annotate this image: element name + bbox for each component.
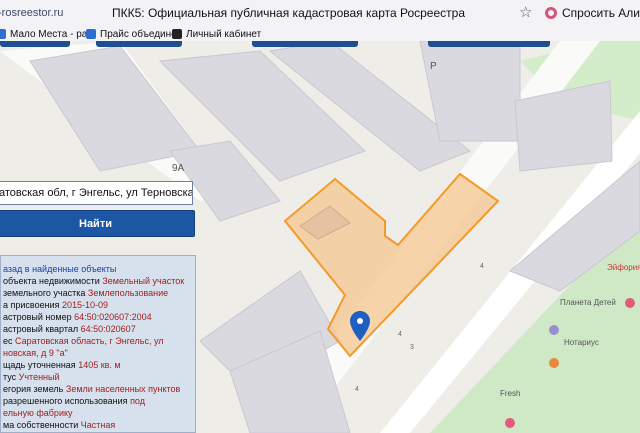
bookmark-icon — [86, 29, 96, 39]
object-info-panel: азад в найденные объекты объекта недвижи… — [0, 255, 196, 433]
toolbar-tab[interactable] — [428, 41, 550, 47]
back-to-results-link[interactable]: азад в найденные объекты — [3, 264, 116, 275]
info-row: ес Саратовская область, г Энгельс, ул — [3, 336, 164, 347]
building-number-label: 9А — [172, 163, 185, 174]
bookmark-label: Мало Места - раб — [10, 28, 94, 40]
find-button[interactable]: Найти — [0, 210, 195, 237]
info-row: а присвоения 2015-10-09 — [3, 300, 108, 311]
info-value: Земли населенных пунктов — [65, 384, 181, 394]
notarius-poi-icon[interactable] — [549, 358, 559, 368]
bookmark-star-icon[interactable]: ☆ — [519, 3, 532, 21]
info-label: а присвоения — [3, 300, 60, 310]
info-label: щадь уточненная — [3, 360, 76, 370]
eforia-poi-icon[interactable] — [625, 298, 635, 308]
info-row: щадь уточненная 1405 кв. м — [3, 360, 121, 371]
info-row: разрешенного использования под — [3, 396, 145, 407]
house-number: 4 — [398, 331, 402, 338]
toolbar-tab[interactable] — [0, 41, 70, 47]
bookmark-label: Личный кабинет — [186, 28, 262, 40]
page-title: ПКК5: Официальная публичная кадастровая … — [112, 6, 465, 20]
info-value: Учтенный — [18, 372, 60, 382]
bookmark-icon — [0, 29, 6, 39]
bookmarks-bar: Мало Места - раб Прайс объединен Личный … — [0, 27, 640, 41]
info-value: под — [130, 396, 145, 406]
info-value: Частная — [80, 420, 116, 430]
info-value: 64:50:020607 — [80, 324, 136, 334]
info-row: земельного участка Землепользование — [3, 288, 168, 299]
info-label: разрешенного использования — [3, 396, 128, 406]
ask-alice-label: Спросить Алису — [562, 6, 640, 20]
browser-titlebar: -rosreestor.ru ПКК5: Официальная публичн… — [0, 0, 640, 27]
info-row: объекта недвижимости Земельный участок — [3, 276, 184, 287]
info-label: ма собственности — [3, 420, 79, 430]
info-value: 64:50:020607:2004 — [74, 312, 152, 322]
bookmark-prais[interactable]: Прайс объединен — [86, 27, 182, 41]
info-value: новская, д 9 "а" — [3, 348, 68, 358]
bookmark-label: Прайс объединен — [100, 28, 183, 40]
info-label: ес — [3, 336, 13, 346]
house-number: 3 — [410, 344, 414, 351]
address-domain[interactable]: -rosreestor.ru — [0, 7, 63, 19]
planeta-label[interactable]: Планета Детей — [560, 298, 616, 307]
info-row: астровый номер 64:50:020607:2004 — [3, 312, 152, 323]
info-row: ма собственности Частная — [3, 420, 115, 431]
house-number: 4 — [355, 386, 359, 393]
fresh-poi-icon[interactable] — [505, 418, 515, 428]
toolbar-tab[interactable] — [252, 41, 358, 47]
notarius-label[interactable]: Нотариус — [564, 338, 599, 347]
planeta-poi-icon[interactable] — [549, 325, 559, 335]
eforia-label[interactable]: Эйфория — [607, 263, 640, 272]
info-row: ельную фабрику — [3, 408, 73, 419]
info-value: Земельный участок — [102, 276, 185, 286]
house-number: 4 — [480, 263, 484, 270]
info-label: астровый квартал — [3, 324, 79, 334]
cabinet-icon — [172, 29, 182, 39]
info-label: объекта недвижимости — [3, 276, 100, 286]
search-input[interactable] — [0, 181, 193, 205]
building-letter-label: Р — [430, 61, 437, 72]
fresh-label[interactable]: Fresh — [500, 389, 520, 398]
bookmark-cabinet[interactable]: Личный кабинет — [172, 27, 261, 41]
info-value: Саратовская область, г Энгельс, ул — [15, 336, 164, 346]
ask-alice-button[interactable]: Спросить Алису — [545, 6, 640, 20]
info-value: 2015-10-09 — [62, 300, 109, 310]
info-row: тус Учтенный — [3, 372, 60, 383]
info-value: Землепользование — [87, 288, 169, 298]
info-label: земельного участка — [3, 288, 86, 298]
info-value: ельную фабрику — [3, 408, 73, 418]
back-link-label: азад в найденные объекты — [3, 264, 117, 274]
bookmark-malo-mesta[interactable]: Мало Места - раб — [0, 27, 93, 41]
info-row: егория земель Земли населенных пунктов — [3, 384, 180, 395]
toolbar-tab[interactable] — [96, 41, 182, 47]
info-label: астровый номер — [3, 312, 72, 322]
info-label: тус — [3, 372, 17, 382]
info-row: новская, д 9 "а" — [3, 348, 68, 359]
alice-icon — [545, 7, 557, 19]
info-row: астровый квартал 64:50:020607 — [3, 324, 136, 335]
info-label: егория земель — [3, 384, 64, 394]
info-value: 1405 кв. м — [78, 360, 121, 370]
